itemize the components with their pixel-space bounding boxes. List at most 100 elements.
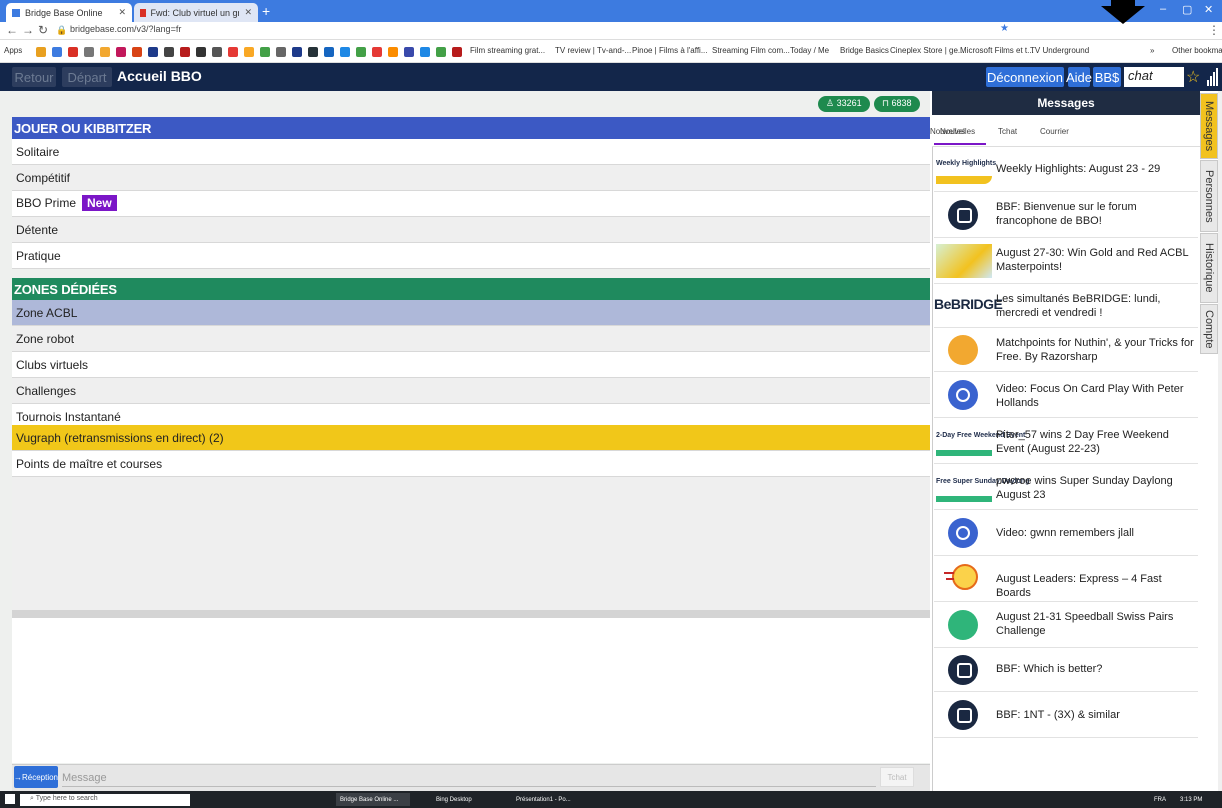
bookmark-streaming-film[interactable]: Streaming Film com... <box>712 46 790 55</box>
news-item[interactable]: Video: Focus On Card Play With Peter Hol… <box>934 372 1198 418</box>
bookmark-icon[interactable] <box>324 47 334 57</box>
bookmark-today-me[interactable]: Today / Me <box>790 46 829 55</box>
bookmark-icon[interactable] <box>276 47 286 57</box>
splitter-handle[interactable] <box>12 610 930 618</box>
minimize-icon[interactable]: – <box>1160 3 1166 15</box>
bookmark-icon[interactable] <box>292 47 302 57</box>
news-item[interactable]: BeBRIDGE Les simultanés BeBRIDGE: lundi,… <box>934 284 1198 328</box>
bookmark-icon[interactable] <box>196 47 206 57</box>
taskbar-item-presentation[interactable]: Présentation1 - Po... <box>512 793 592 806</box>
bookmark-icon[interactable] <box>100 47 110 57</box>
bookmark-microsoft-films[interactable]: Microsoft Films et t... <box>960 46 1034 55</box>
bookmark-icon[interactable] <box>420 47 430 57</box>
taskbar-search[interactable]: ⌕ Type here to search <box>20 794 190 806</box>
message-input[interactable]: Message <box>62 772 107 784</box>
menu-item-challenges[interactable]: Challenges <box>12 378 930 404</box>
side-tab-compte[interactable]: Compte <box>1200 304 1218 354</box>
bookmark-icon[interactable] <box>356 47 366 57</box>
bookmark-other[interactable]: Other bookmarks <box>1172 46 1222 55</box>
back-arrow-icon[interactable]: ← <box>6 23 18 37</box>
side-tab-messages[interactable]: Messages <box>1200 93 1218 159</box>
reload-icon[interactable]: ↻ <box>38 23 48 37</box>
news-item[interactable]: Matchpoints for Nuthin', & your Tricks f… <box>934 328 1198 372</box>
menu-dots-icon[interactable]: ⋮ <box>1208 23 1220 37</box>
star-icon[interactable]: ★ <box>1000 23 1009 34</box>
news-item[interactable]: BBF: Which is better? <box>934 648 1198 692</box>
news-item[interactable]: Video: gwnn remembers jlall <box>934 510 1198 556</box>
bookmark-icon[interactable] <box>260 47 270 57</box>
bookmark-icon[interactable] <box>148 47 158 57</box>
depart-button[interactable]: Départ <box>62 67 112 87</box>
menu-item-competitif[interactable]: Compétitif <box>12 165 930 191</box>
menu-item-vugraph[interactable]: Vugraph (retransmissions en direct) (2) <box>12 425 930 451</box>
reception-button[interactable]: →Réception <box>14 766 58 788</box>
bookmark-apps[interactable]: Apps <box>4 46 22 55</box>
tab-bridge-base[interactable]: Bridge Base Online ✕ <box>6 3 132 22</box>
taskbar-item-bbo[interactable]: Bridge Base Online ... <box>336 793 410 806</box>
bookmark-icon[interactable] <box>180 47 190 57</box>
bookmark-icon[interactable] <box>164 47 174 57</box>
bookmark-icon[interactable] <box>228 47 238 57</box>
tab-mail[interactable]: Fwd: Club virtuel un gros merci : ✕ <box>134 3 258 22</box>
bookmark-icon[interactable] <box>388 47 398 57</box>
forward-arrow-icon[interactable]: → <box>22 23 34 37</box>
bookmark-icon[interactable] <box>132 47 142 57</box>
news-item[interactable]: 2-Day Free Weekend Event Piter_57 wins 2… <box>934 418 1198 464</box>
bookmark-tv-review[interactable]: TV review | Tv-and-... <box>555 46 631 55</box>
bookmark-icon[interactable] <box>404 47 414 57</box>
tab-tchat[interactable]: Tchat <box>998 127 1017 136</box>
send-chat-button[interactable]: Tchat <box>880 767 914 787</box>
news-item[interactable]: August Leaders: Express – 4 Fast Boards <box>934 556 1198 602</box>
bookmark-icon[interactable] <box>308 47 318 57</box>
news-item[interactable]: August 21-31 Speedball Swiss Pairs Chall… <box>934 602 1198 648</box>
new-tab-button[interactable]: + <box>262 3 270 19</box>
bookmark-icon[interactable] <box>244 47 254 57</box>
menu-item-solitaire[interactable]: Solitaire <box>12 139 930 165</box>
menu-item-detente[interactable]: Détente <box>12 217 930 243</box>
bookmark-icon[interactable] <box>372 47 382 57</box>
bookmark-icon[interactable] <box>452 47 462 57</box>
chat-input[interactable]: chat <box>1124 67 1184 87</box>
news-item[interactable]: Free Super Sunday Daylong pwcroe wins Su… <box>934 464 1198 510</box>
close-icon[interactable]: ✕ <box>244 7 252 18</box>
bookmark-pinoe[interactable]: Pinoe | Films à l'affi... <box>632 46 707 55</box>
bookmark-icon[interactable] <box>340 47 350 57</box>
bookmark-bridge-basics[interactable]: Bridge Basics <box>840 46 889 55</box>
side-tab-personnes[interactable]: Personnes <box>1200 160 1218 232</box>
bookmark-icon[interactable] <box>212 47 222 57</box>
menu-item-points-de-maitre[interactable]: Points de maître et courses <box>12 451 930 477</box>
news-item[interactable]: BBF: 1NT - (3X) & similar <box>934 692 1198 738</box>
news-item[interactable]: August 27-30: Win Gold and Red ACBL Mast… <box>934 238 1198 284</box>
bookmark-icon[interactable] <box>68 47 78 57</box>
bookmark-icon[interactable] <box>116 47 126 57</box>
news-item[interactable]: Weekly Highlights Weekly Highlights: Aug… <box>934 148 1198 192</box>
taskbar-item-bing[interactable]: Bing Desktop <box>432 793 492 806</box>
bookmark-tv-underground[interactable]: TV Underground <box>1030 46 1089 55</box>
url-field[interactable]: bridgebase.com/v3/?lang=fr <box>70 24 181 34</box>
news-item[interactable]: BBF: Bienvenue sur le forum francophone … <box>934 192 1198 238</box>
bookmark-icon[interactable] <box>84 47 94 57</box>
menu-item-zone-acbl[interactable]: Zone ACBL <box>12 300 930 326</box>
tab-nouvelles-label[interactable]: Nouvelles <box>940 127 975 136</box>
maximize-icon[interactable]: ▢ <box>1182 3 1192 16</box>
menu-item-pratique[interactable]: Pratique <box>12 243 930 269</box>
bookmark-film-streaming[interactable]: Film streaming grat... <box>470 46 545 55</box>
bookmark-icon[interactable] <box>52 47 62 57</box>
windows-start-icon[interactable] <box>5 794 15 804</box>
menu-item-bbo-prime[interactable]: BBO Prime New <box>12 191 930 217</box>
star-icon[interactable]: ☆ <box>1186 67 1200 87</box>
taskbar-lang[interactable]: FRA <box>1150 793 1170 806</box>
scrollbar[interactable] <box>1218 91 1222 791</box>
bookmark-icon[interactable] <box>436 47 446 57</box>
bookmark-icon[interactable] <box>36 47 46 57</box>
logout-button[interactable]: Déconnexion <box>986 67 1064 87</box>
close-window-icon[interactable]: ✕ <box>1204 3 1213 16</box>
menu-item-zone-robot[interactable]: Zone robot <box>12 326 930 352</box>
side-tab-historique[interactable]: Historique <box>1200 233 1218 303</box>
tab-courrier[interactable]: Courrier <box>1040 127 1069 136</box>
help-button[interactable]: Aide <box>1066 67 1092 87</box>
close-icon[interactable]: ✕ <box>118 7 126 18</box>
menu-item-clubs-virtuels[interactable]: Clubs virtuels <box>12 352 930 378</box>
taskbar-clock[interactable]: 3:13 PM <box>1176 793 1206 806</box>
bookmark-overflow[interactable]: » <box>1150 46 1154 55</box>
